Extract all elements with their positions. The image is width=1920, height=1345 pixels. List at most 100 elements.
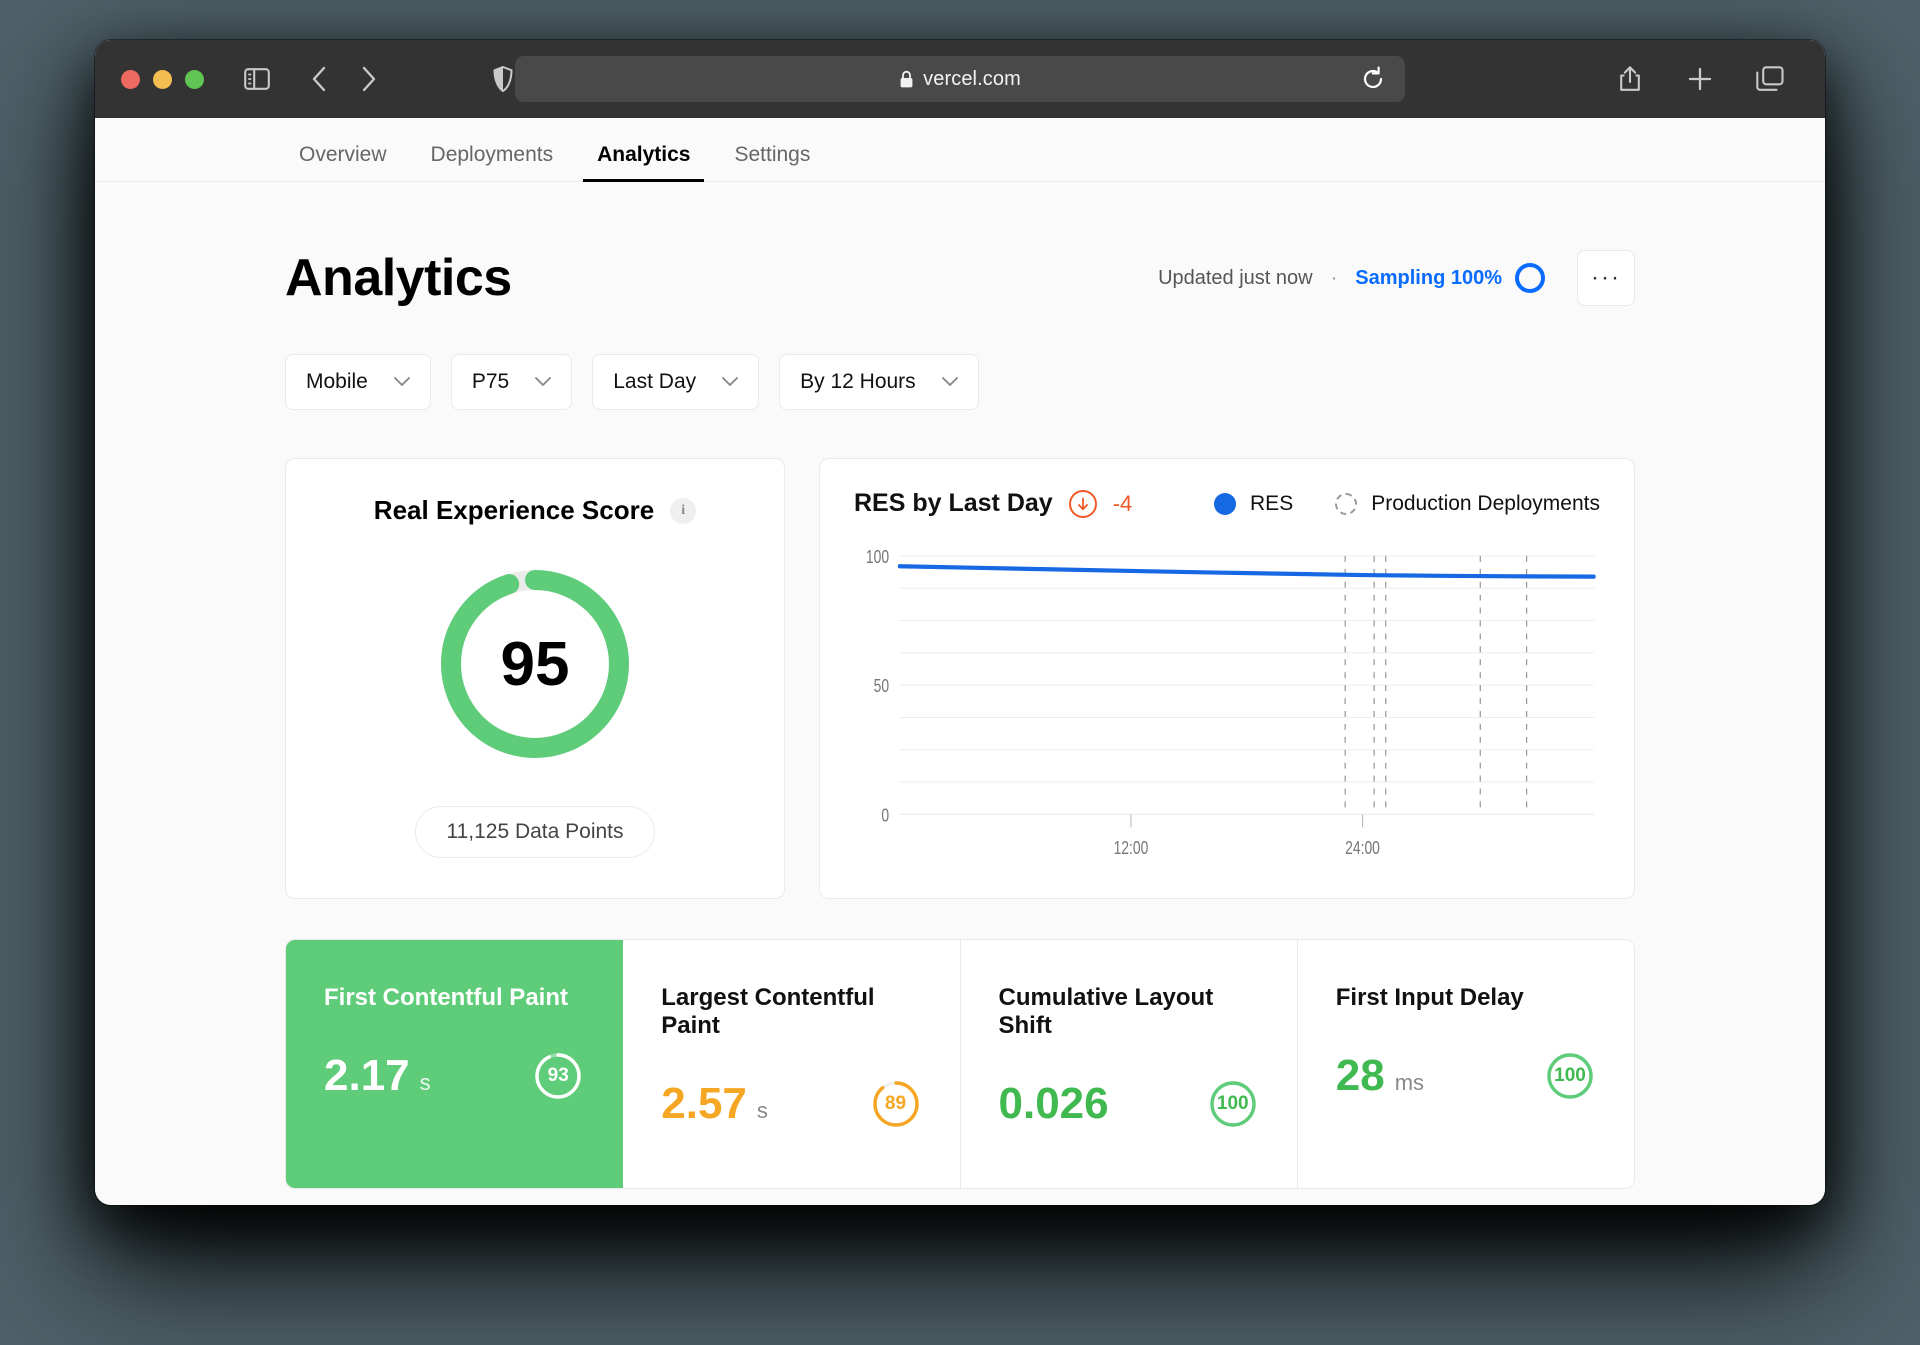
tab-analytics-label: Analytics <box>597 143 691 166</box>
chart-title-group: RES by Last Day -4 <box>854 489 1132 518</box>
res-gauge: 95 <box>435 564 635 764</box>
chevron-down-icon <box>941 377 958 386</box>
legend-res-label: RES <box>1250 491 1294 515</box>
metric-score-value: 100 <box>1554 1065 1586 1086</box>
tabs-overview-icon[interactable] <box>1753 62 1787 96</box>
share-icon[interactable] <box>1613 62 1647 96</box>
more-options-label: ··· <box>1591 264 1621 291</box>
chart-xtick-label: 12:00 <box>1114 837 1149 859</box>
trend-down-icon <box>1068 489 1097 518</box>
address-bar-content: vercel.com <box>899 68 1021 91</box>
tab-settings[interactable]: Settings <box>720 144 824 181</box>
metric-card-first-contentful-paint[interactable]: First Contentful Paint 2.17 s 93 <box>286 940 624 1188</box>
tab-deployments[interactable]: Deployments <box>417 144 568 181</box>
metric-value: 0.026 <box>998 1079 1109 1128</box>
chevron-down-icon <box>535 377 552 386</box>
metric-card-largest-contentful-paint[interactable]: Largest Contentful Paint 2.57 s 89 <box>623 940 961 1188</box>
close-window-button[interactable] <box>121 69 140 89</box>
browser-window: vercel.com Overview Deployments Analytic… <box>95 40 1825 1205</box>
legend-res-dot-icon <box>1214 492 1237 515</box>
maximize-window-button[interactable] <box>185 69 204 89</box>
sampling-label: Sampling 100% <box>1355 266 1502 289</box>
metric-label: Largest Contentful Paint <box>661 984 875 1039</box>
filter-percentile-label: P75 <box>471 370 510 393</box>
core-web-vitals-row: First Contentful Paint 2.17 s 93 Largest… <box>285 939 1635 1189</box>
sampling-link[interactable]: Sampling 100% <box>1355 263 1545 293</box>
metric-value-group: 28 ms <box>1336 1051 1424 1101</box>
tab-overview-label: Overview <box>299 143 387 166</box>
filter-interval[interactable]: By 12 Hours <box>779 354 979 410</box>
metric-score-ring: 100 <box>1544 1050 1596 1102</box>
filter-device[interactable]: Mobile <box>285 354 431 410</box>
filter-timerange[interactable]: Last Day <box>592 354 760 410</box>
info-icon-glyph: i <box>681 502 686 518</box>
metric-body: 2.17 s 93 <box>324 1050 584 1102</box>
filter-timerange-label: Last Day <box>613 370 697 393</box>
metric-unit: ms <box>1394 1070 1425 1095</box>
sampling-ring-icon <box>1515 263 1545 293</box>
tab-analytics[interactable]: Analytics <box>583 143 705 182</box>
cards-row: Real Experience Score i 95 11,125 Data P… <box>285 458 1635 899</box>
metric-body: 0.026 100 <box>999 1078 1259 1130</box>
page-body: Overview Deployments Analytics Settings … <box>95 118 1825 1205</box>
metric-value-group: 2.57 s <box>661 1079 768 1129</box>
metric-unit: s <box>419 1070 431 1095</box>
metric-label: Cumulative Layout Shift <box>998 984 1214 1039</box>
filter-percentile[interactable]: P75 <box>450 354 573 410</box>
metric-score-ring: 89 <box>870 1078 922 1130</box>
metric-value-group: 2.17 s <box>324 1051 431 1101</box>
project-tabbar: Overview Deployments Analytics Settings <box>95 118 1825 182</box>
more-options-button[interactable]: ··· <box>1577 250 1635 306</box>
address-bar[interactable]: vercel.com <box>515 56 1405 102</box>
titlebar-right-actions <box>1613 62 1799 96</box>
metric-card-first-input-delay[interactable]: First Input Delay 28 ms 100 <box>1298 940 1634 1188</box>
real-experience-score-card: Real Experience Score i 95 11,125 Data P… <box>285 458 785 899</box>
metric-score-ring: 93 <box>532 1050 584 1102</box>
reload-icon[interactable] <box>1357 63 1389 95</box>
chart-xtick-label: 24:00 <box>1345 837 1380 859</box>
updated-status: Updated just now <box>1158 266 1313 289</box>
res-card-header: Real Experience Score i <box>374 495 697 526</box>
traffic-lights <box>121 69 204 89</box>
main-content: Analytics Updated just now · Sampling 10… <box>95 182 1825 1189</box>
chart-svg: 0 50 100 12:00 24:00 <box>866 546 1596 859</box>
metric-value: 28 <box>1335 1051 1385 1100</box>
chart-delta-value: -4 <box>1112 490 1133 516</box>
metric-score-value: 89 <box>884 1093 907 1114</box>
chart-legend: RES Production Deployments <box>1214 492 1600 516</box>
metric-label: First Contentful Paint <box>324 984 568 1011</box>
sidebar-toggle-icon[interactable] <box>240 62 274 96</box>
info-icon[interactable]: i <box>670 497 697 524</box>
tab-overview[interactable]: Overview <box>285 144 401 181</box>
legend-item-deployments[interactable]: Production Deployments <box>1335 492 1600 516</box>
metric-score-value: 100 <box>1216 1093 1249 1114</box>
filter-interval-label: By 12 Hours <box>800 370 916 393</box>
plus-icon[interactable] <box>1683 62 1717 96</box>
chevron-down-icon <box>722 377 739 386</box>
minimize-window-button[interactable] <box>153 69 172 89</box>
res-line-chart: 0 50 100 12:00 24:00 <box>854 544 1600 872</box>
legend-item-res[interactable]: RES <box>1214 492 1293 516</box>
metric-score-ring: 100 <box>1207 1078 1259 1130</box>
metric-label: First Input Delay <box>1335 984 1524 1011</box>
page-header: Analytics Updated just now · Sampling 10… <box>285 182 1635 308</box>
header-separator: · <box>1330 266 1338 289</box>
tab-deployments-label: Deployments <box>430 143 554 166</box>
data-points-badge: 11,125 Data Points <box>415 806 655 858</box>
res-score-value: 95 <box>500 629 570 699</box>
back-chevron-icon[interactable] <box>302 62 336 96</box>
forward-chevron-icon[interactable] <box>352 62 386 96</box>
page-title: Analytics <box>285 249 512 307</box>
chevron-down-icon <box>393 377 410 386</box>
metric-card-cumulative-layout-shift[interactable]: Cumulative Layout Shift 0.026 100 <box>961 940 1298 1188</box>
url-text: vercel.com <box>923 67 1021 90</box>
metric-value: 2.17 <box>324 1051 410 1100</box>
legend-deployments-dashed-circle-icon <box>1335 492 1358 515</box>
chart-series-line <box>897 564 1596 579</box>
chart-header: RES by Last Day -4 RES Production Deploy… <box>854 489 1600 518</box>
metric-value: 2.57 <box>661 1079 747 1128</box>
chart-title: RES by Last Day <box>854 489 1053 517</box>
filter-bar: Mobile P75 Last Day By 12 Hours <box>285 354 1635 410</box>
legend-deployments-label: Production Deployments <box>1371 491 1600 515</box>
browser-titlebar: vercel.com <box>95 40 1825 118</box>
